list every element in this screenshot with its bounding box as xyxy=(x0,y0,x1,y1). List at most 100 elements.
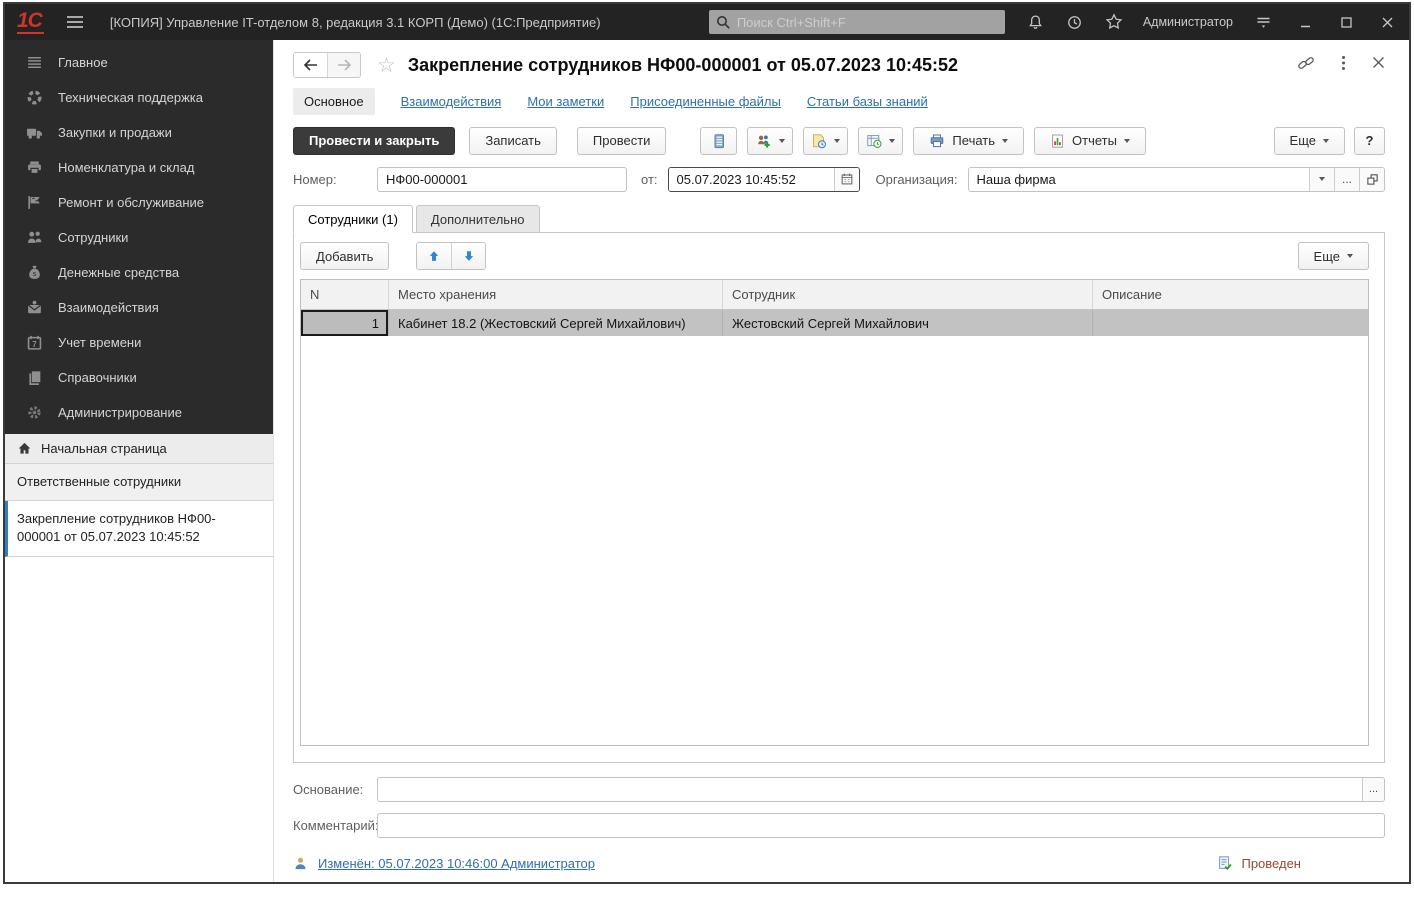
get-link-icon[interactable] xyxy=(1297,55,1315,76)
move-row-down-button[interactable] xyxy=(451,243,486,269)
column-header-n[interactable]: N xyxy=(301,280,389,309)
sidebar-item-support[interactable]: Техническая поддержка xyxy=(5,80,273,115)
sidebar: Главное Техническая поддержка Закупки и … xyxy=(5,40,274,882)
global-search[interactable] xyxy=(708,10,1005,34)
table-row[interactable]: 1 Кабинет 18.2 (Жестовский Сергей Михайл… xyxy=(301,310,1368,336)
sidebar-item-repair[interactable]: Ремонт и обслуживание xyxy=(5,185,273,220)
basis-field-group: ... xyxy=(377,776,1385,802)
cell-storage-place[interactable]: Кабинет 18.2 (Жестовский Сергей Михайлов… xyxy=(389,310,723,336)
grid-more-label: Еще xyxy=(1313,248,1340,264)
close-window-button[interactable] xyxy=(1380,15,1395,30)
organization-field[interactable] xyxy=(968,167,1309,191)
flag-icon xyxy=(28,196,40,209)
add-row-button[interactable]: Добавить xyxy=(300,242,390,270)
print-label: Печать xyxy=(952,133,996,148)
mail-icon xyxy=(28,300,41,314)
calendar-icon: 7 xyxy=(27,335,42,350)
dropdown-caret-icon xyxy=(889,138,896,143)
sidebar-item-administration[interactable]: Администрирование xyxy=(5,395,273,430)
search-input[interactable] xyxy=(736,14,998,30)
basis-label: Основание: xyxy=(293,781,364,797)
report-chart-icon xyxy=(1052,134,1063,148)
more-vertical-dots-icon[interactable] xyxy=(1341,55,1346,76)
favorites-star-icon[interactable] xyxy=(1105,13,1123,31)
sidebar-item-money[interactable]: s Денежные средства xyxy=(5,255,273,290)
basis-ellipsis-button[interactable]: ... xyxy=(1362,777,1384,801)
document-structure-button[interactable] xyxy=(700,126,738,155)
titlebar: 1С [КОПИЯ] Управление IT-отделом 8, реда… xyxy=(5,4,1409,40)
sidebar-item-nomenclature[interactable]: Номенклатура и склад xyxy=(5,150,273,185)
main-menu-icon[interactable] xyxy=(66,15,84,29)
cell-employee[interactable]: Жестовский Сергей Михайлович xyxy=(723,310,1093,336)
employees-tab-page: Добавить Еще N Место хранения Сотрудник … xyxy=(293,232,1385,763)
tab-kb-articles[interactable]: Статьи базы знаний xyxy=(807,94,928,109)
add-to-favorites-star-icon[interactable]: ☆ xyxy=(377,55,396,76)
sidebar-item-main[interactable]: Главное xyxy=(5,45,273,80)
date-field[interactable] xyxy=(668,167,834,191)
reports-button[interactable]: Отчеты xyxy=(1034,126,1146,155)
create-based-on-button[interactable] xyxy=(747,126,794,155)
post-button[interactable]: Провести xyxy=(576,126,667,155)
minimize-button[interactable] xyxy=(1298,15,1313,30)
register-clock-icon xyxy=(867,134,882,148)
maximize-button[interactable] xyxy=(1339,15,1354,30)
sidebar-home-page[interactable]: Начальная страница xyxy=(5,434,273,464)
comment-field[interactable] xyxy=(377,812,1385,838)
close-form-icon[interactable] xyxy=(1372,56,1385,74)
print-button[interactable]: Печать xyxy=(913,126,1025,155)
tab-employees[interactable]: Сотрудники (1) xyxy=(293,205,413,233)
service-menu-icon[interactable] xyxy=(1255,15,1272,30)
forward-button[interactable] xyxy=(327,53,360,77)
organization-ellipsis-button[interactable]: ... xyxy=(1334,167,1359,191)
tab-interactions[interactable]: Взаимодействия xyxy=(401,94,502,109)
sidebar-item-catalogs[interactable]: Справочники xyxy=(5,360,273,395)
sidebar-item-label: Главное xyxy=(58,55,108,70)
column-header-employee[interactable]: Сотрудник xyxy=(723,280,1093,309)
organization-dropdown-button[interactable] xyxy=(1309,167,1334,191)
move-row-up-button[interactable] xyxy=(417,243,452,269)
document-movements-button[interactable] xyxy=(858,126,904,155)
current-user-label[interactable]: Администратор xyxy=(1143,15,1233,29)
tab-attached-files[interactable]: Присоединенные файлы xyxy=(630,94,781,109)
open-window-tab-active[interactable]: Закрепление сотрудников НФ00-000001 от 0… xyxy=(5,501,273,557)
header-fields-row: Номер: от: Организация: ... xyxy=(293,166,1385,192)
form-toolbar: Провести и закрыть Записать Провести Печ… xyxy=(293,126,1385,155)
basis-field[interactable] xyxy=(378,777,1362,801)
write-button[interactable]: Записать xyxy=(469,126,557,155)
tab-main[interactable]: Основное xyxy=(293,88,375,115)
open-window-label: Ответственные сотрудники xyxy=(17,474,182,489)
notifications-bell-icon[interactable] xyxy=(1027,14,1044,31)
post-and-close-button[interactable]: Провести и закрыть xyxy=(293,126,456,155)
date-field-group xyxy=(667,166,860,192)
sidebar-item-purchases[interactable]: Закупки и продажи xyxy=(5,115,273,150)
dropdown-caret-icon xyxy=(1002,138,1009,143)
calendar-picker-button[interactable] xyxy=(833,167,859,191)
history-icon[interactable] xyxy=(1066,14,1083,31)
tab-my-notes[interactable]: Мои заметки xyxy=(527,94,604,109)
modified-history-link[interactable]: Изменён: 05.07.2023 10:46:00 Администрат… xyxy=(318,856,595,871)
grid-more-button[interactable]: Еще xyxy=(1297,242,1369,270)
people-add-icon xyxy=(758,135,771,148)
date-label: от: xyxy=(641,171,658,187)
back-button[interactable] xyxy=(294,53,327,77)
tasks-button[interactable] xyxy=(803,126,849,155)
sidebar-item-employees[interactable]: Сотрудники xyxy=(5,220,273,255)
organization-open-button[interactable] xyxy=(1359,167,1384,191)
search-icon xyxy=(716,15,730,29)
arrow-down-icon xyxy=(464,251,474,261)
tab-additional[interactable]: Дополнительно xyxy=(415,205,540,233)
column-header-storage-place[interactable]: Место хранения xyxy=(389,280,723,309)
sidebar-item-label: Техническая поддержка xyxy=(58,90,203,105)
calendar-icon xyxy=(841,173,852,185)
cell-description[interactable] xyxy=(1093,310,1368,336)
help-button[interactable]: ? xyxy=(1354,126,1385,155)
sidebar-item-timetracking[interactable]: 7 Учет времени xyxy=(5,325,273,360)
cell-n[interactable]: 1 xyxy=(301,310,389,336)
dropdown-caret-icon xyxy=(779,138,786,143)
sidebar-item-interactions[interactable]: Взаимодействия xyxy=(5,290,273,325)
detail-tabs: Сотрудники (1) Дополнительно xyxy=(293,205,1385,233)
column-header-description[interactable]: Описание xyxy=(1093,280,1368,309)
number-field[interactable] xyxy=(377,166,627,192)
open-window-tab[interactable]: Ответственные сотрудники xyxy=(5,464,273,502)
more-button[interactable]: Еще xyxy=(1273,126,1345,155)
